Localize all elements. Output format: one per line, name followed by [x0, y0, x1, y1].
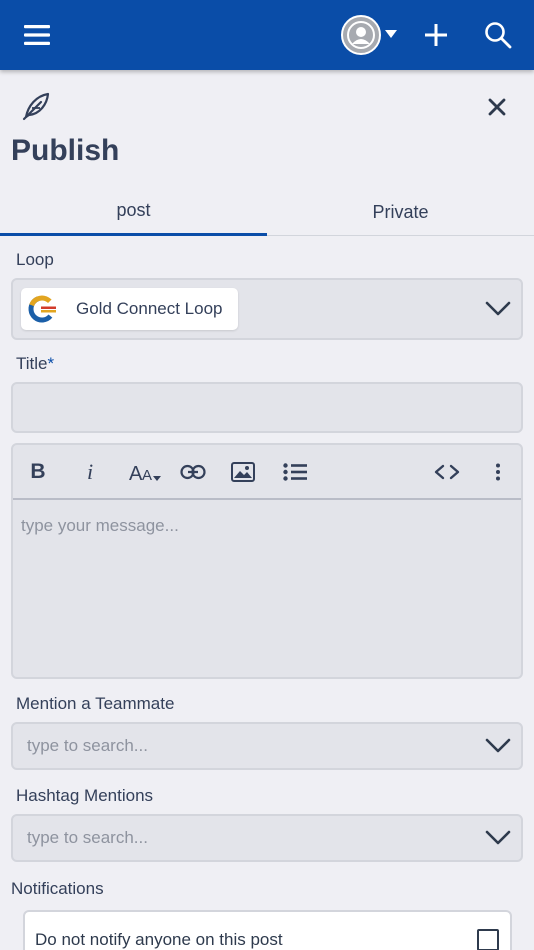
svg-text:A: A: [142, 467, 152, 484]
message-textarea[interactable]: [13, 502, 521, 677]
account-menu-button[interactable]: [338, 14, 400, 56]
search-icon[interactable]: [478, 15, 518, 55]
image-icon[interactable]: [231, 457, 255, 487]
chevron-down-icon[interactable]: [485, 830, 511, 846]
bullet-list-icon[interactable]: [283, 457, 307, 487]
title-label-text: Title: [16, 354, 48, 373]
title-field[interactable]: [11, 382, 523, 433]
mention-label: Mention a Teammate: [16, 694, 175, 713]
hashtag-label: Hashtag Mentions: [16, 786, 154, 805]
notify-checkbox[interactable]: [477, 929, 499, 950]
editor-toolbar: B i AA: [13, 445, 521, 500]
hashtag-search-input[interactable]: [13, 816, 473, 860]
bold-icon[interactable]: B: [27, 457, 49, 487]
chevron-down-icon[interactable]: [485, 301, 511, 317]
top-app-bar: [0, 0, 534, 70]
title-input[interactable]: [13, 384, 521, 431]
visibility-tabs: post Private: [0, 188, 534, 236]
mention-search-input[interactable]: [13, 724, 473, 768]
plus-icon[interactable]: [416, 15, 456, 55]
more-vertical-icon[interactable]: [493, 457, 503, 487]
tab-private[interactable]: Private: [267, 188, 534, 236]
italic-icon[interactable]: i: [79, 457, 101, 487]
svg-text:A: A: [129, 463, 143, 484]
chevron-down-icon[interactable]: [485, 738, 511, 754]
close-icon[interactable]: [482, 92, 512, 122]
page-title: Publish: [11, 134, 120, 167]
font-size-icon[interactable]: AA: [129, 457, 163, 487]
mention-select[interactable]: [11, 722, 523, 770]
hamburger-menu-icon[interactable]: [18, 15, 56, 55]
user-avatar-icon: [341, 15, 381, 55]
code-icon[interactable]: [434, 457, 460, 487]
hashtag-select[interactable]: [11, 814, 523, 862]
link-icon[interactable]: [180, 457, 206, 487]
notifications-label: Notifications: [11, 879, 104, 898]
feather-icon: [20, 90, 52, 122]
notify-option-label: Do not notify anyone on this post: [35, 930, 283, 949]
loop-chip-label: Gold Connect Loop: [76, 299, 223, 318]
caret-down-icon: [385, 26, 397, 44]
loop-logo-icon: [28, 295, 56, 323]
tab-post[interactable]: post: [0, 188, 267, 236]
loop-label: Loop: [16, 250, 54, 269]
loop-select[interactable]: Gold Connect Loop: [11, 278, 523, 340]
loop-chip[interactable]: Gold Connect Loop: [21, 288, 238, 330]
message-editor: B i AA: [11, 443, 523, 679]
notify-option-row[interactable]: Do not notify anyone on this post: [23, 910, 512, 950]
required-marker: *: [47, 354, 55, 373]
title-label: Title*: [16, 354, 54, 374]
